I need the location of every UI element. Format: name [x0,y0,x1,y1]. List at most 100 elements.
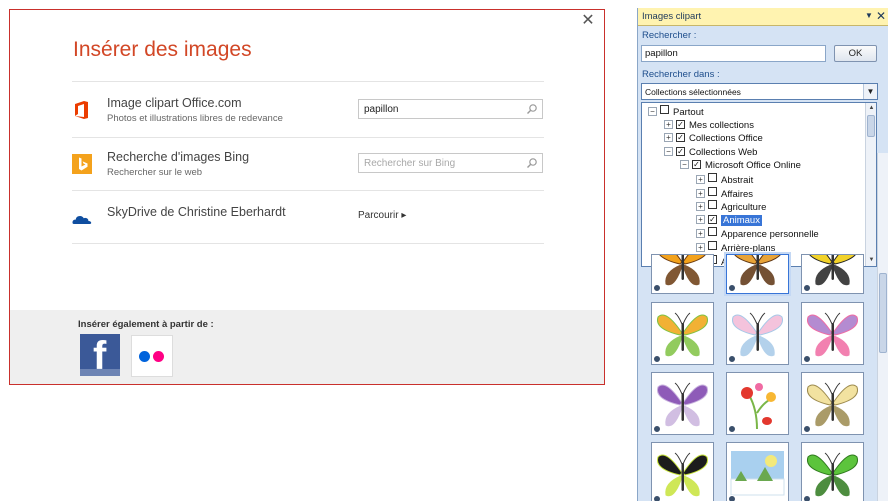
clipart-search-input[interactable] [641,45,826,62]
butterfly-illustration-icon [730,451,785,496]
tree-item[interactable]: + ✓ Animaux [696,214,762,227]
pane-header: Images clipart ▼ ✕ [638,8,888,26]
source-title: SkyDrive de Christine Eberhardt [107,205,286,219]
expand-icon[interactable]: + [696,229,705,239]
tree-scrollbar[interactable]: ▲ ▼ [865,103,876,266]
clipart-flowers-ladybug[interactable] [726,372,789,435]
clipart-badge-icon [803,425,811,433]
tree-item-label: Abstrait [721,175,754,186]
office-search-input[interactable] [359,100,521,118]
facebook-button[interactable]: f [80,334,120,376]
search-icon[interactable] [526,103,538,115]
bing-search-input[interactable] [359,154,521,172]
expand-icon[interactable]: + [664,133,673,143]
source-subtitle: Photos et illustrations libres de redeva… [107,113,283,124]
clipart-butterfly-flowers[interactable] [801,302,864,365]
checkbox[interactable] [708,200,717,210]
facebook-icon-bar [80,369,120,376]
scroll-up-icon[interactable]: ▲ [867,104,876,113]
clipart-butterfly-black-green[interactable] [651,442,714,501]
source-skydrive[interactable]: SkyDrive de Christine Eberhardt Parcouri… [72,205,544,257]
checkbox[interactable] [708,186,717,196]
search-label: Rechercher : [642,30,697,41]
browse-link[interactable]: Parcourir ▸ [358,210,406,221]
checkbox[interactable]: ✓ [676,119,685,129]
clipart-badge-icon [653,284,661,292]
source-subtitle: Rechercher sur le web [107,167,203,178]
butterfly-illustration-icon [659,255,706,286]
checkbox[interactable]: ✓ [676,146,685,156]
clipart-badge-icon [728,495,736,501]
clipart-badge-icon [803,284,811,292]
clipart-butterfly-colorful[interactable] [651,302,714,365]
butterfly-illustration-icon [806,312,859,357]
tree-item[interactable]: + Abstrait [696,173,753,186]
tree-item-label: Animaux [721,214,762,226]
clipart-badge-icon [803,355,811,363]
expand-icon[interactable]: + [696,202,705,212]
close-icon[interactable]: ✕ [580,12,596,30]
clipart-butterfly-selected[interactable] [726,254,789,294]
flickr-button[interactable] [131,335,173,377]
checkbox[interactable] [660,105,669,114]
tree-item-label: Collections Office [689,133,763,145]
checkbox[interactable]: ✓ [692,160,701,170]
tree-item[interactable]: + ✓ Mes collections [664,119,754,132]
expand-icon[interactable]: + [696,175,705,184]
clipart-landscape-winter[interactable] [726,442,789,501]
clipart-butterfly-green[interactable] [801,442,864,501]
checkbox[interactable]: ✓ [676,133,685,143]
clipart-butterfly-purple[interactable] [651,372,714,435]
collapse-icon[interactable]: − [648,107,657,116]
clipart-badge-icon [653,355,661,363]
flickr-icon [139,351,150,362]
clipart-butterfly-yellow-black[interactable] [801,254,864,294]
screen: ✕ Insérer des images Image clipart Offic… [0,0,888,501]
ok-button[interactable]: OK [834,45,877,62]
expand-icon[interactable]: + [696,214,705,224]
footer-label: Insérer également à partir de : [78,319,214,330]
clipart-butterfly-orange[interactable] [651,254,714,294]
results-scrollbar[interactable] [877,153,888,501]
scroll-thumb[interactable] [867,115,875,137]
source-office-clipart[interactable]: Image clipart Office.com Photos et illus… [72,96,544,148]
expand-icon[interactable]: + [696,243,705,252]
pane-menu-icon[interactable]: ▼ [865,11,873,20]
expand-icon[interactable]: + [696,188,705,198]
clipart-butterfly-cream[interactable] [801,372,864,435]
collections-dropdown[interactable]: Collections sélectionnées ▼ [641,83,878,100]
tree-item[interactable]: + Agriculture [696,200,766,213]
clipart-badge-icon [803,495,811,501]
tree-item[interactable]: + Arrière-plans [696,241,775,254]
checkbox[interactable] [708,173,717,182]
tree-item[interactable]: + ✓ Collections Office [664,132,763,145]
divider [72,190,544,191]
clipart-butterfly-pastel[interactable] [726,302,789,365]
butterfly-illustration-icon [806,382,859,427]
pane-close-icon[interactable]: ✕ [876,9,886,23]
butterfly-illustration-icon [809,255,856,286]
butterfly-illustration-icon [741,383,776,430]
tree-item[interactable]: − ✓ Microsoft Office Online [680,159,801,172]
scroll-thumb[interactable] [879,273,887,353]
clipart-badge-icon [728,425,736,433]
collapse-icon[interactable]: − [664,146,673,156]
collapse-icon[interactable]: − [680,160,689,170]
expand-icon[interactable]: + [664,119,673,129]
butterfly-illustration-icon [656,312,709,357]
tree-item[interactable]: + Apparence personnelle [696,227,819,240]
collections-tree: ▲ ▼ − Partout + ✓ Mes collections + ✓ Collectio… [641,102,877,267]
checkbox[interactable] [708,241,717,250]
checkbox[interactable]: ✓ [708,214,717,224]
checkbox[interactable] [708,227,717,237]
scroll-down-icon[interactable]: ▼ [867,256,876,265]
office-logo-icon [75,101,88,119]
clipart-badge-icon [728,355,736,363]
search-icon[interactable] [526,157,538,169]
source-bing-search[interactable]: Recherche d'images Bing Rechercher sur l… [72,150,544,202]
tree-item[interactable]: − Partout [648,105,704,118]
tree-item[interactable]: − ✓ Collections Web [664,146,757,159]
tree-item[interactable]: + Affaires [696,186,753,200]
chevron-down-icon[interactable]: ▼ [863,84,877,99]
butterfly-illustration-icon [731,312,784,357]
